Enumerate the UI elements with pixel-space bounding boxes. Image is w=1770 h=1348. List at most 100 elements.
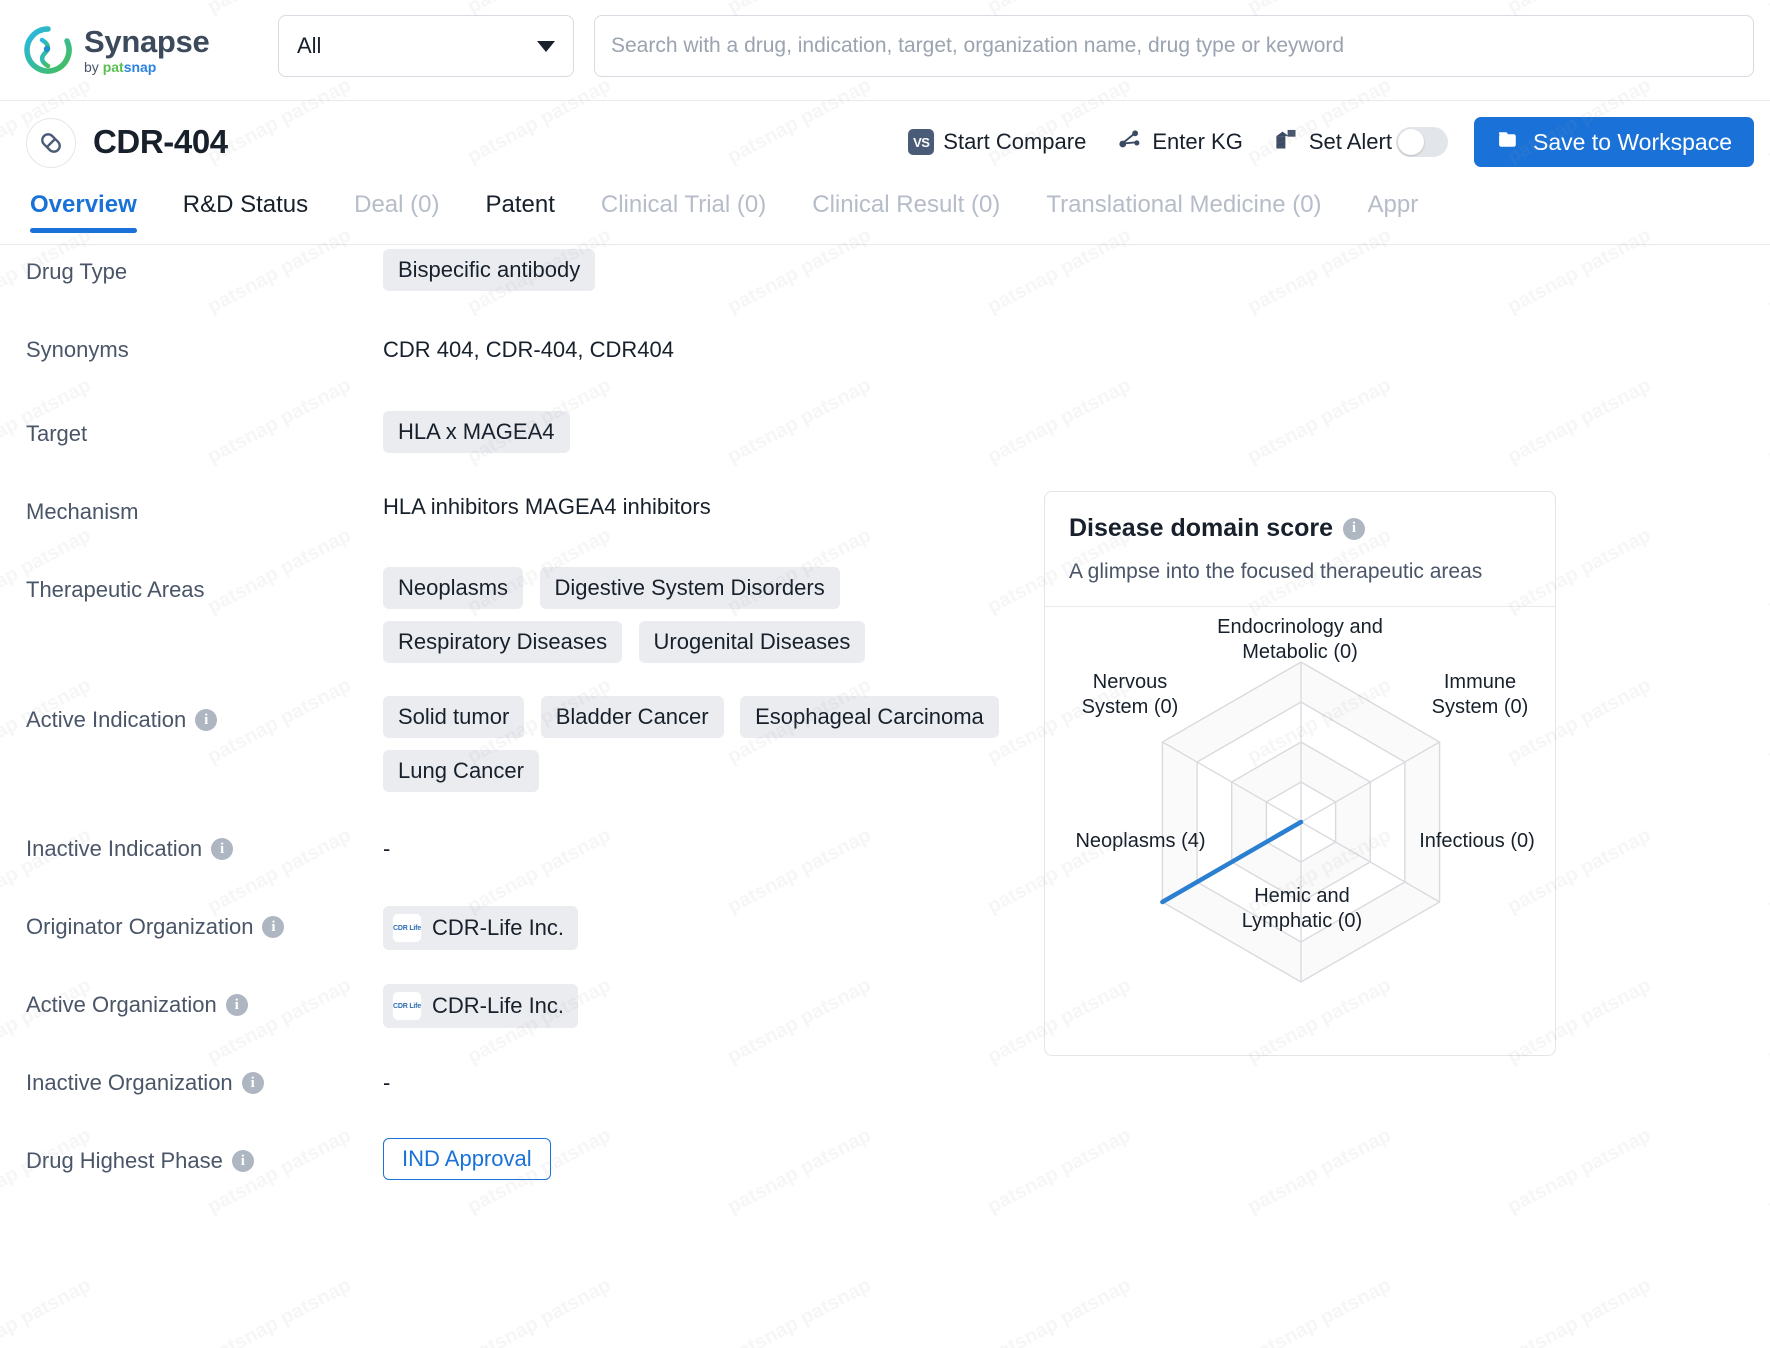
field-label-text: Drug Highest Phase: [26, 1148, 223, 1173]
start-compare-button[interactable]: VS Start Compare: [908, 129, 1086, 155]
panel-title: Disease domain score i: [1069, 514, 1531, 543]
folder-icon: [1496, 127, 1521, 158]
info-icon[interactable]: i: [1343, 517, 1366, 540]
field-value-inactive-indication: -: [383, 836, 391, 861]
field-label-text: Inactive Indication: [26, 836, 203, 861]
bell-alert-icon: [1273, 126, 1300, 159]
search-input[interactable]: [611, 34, 1737, 58]
tab-approval[interactable]: Appr: [1368, 191, 1419, 233]
radar-label-nervous-system: Nervous System (0): [1081, 671, 1179, 718]
chip-therapeutic-area[interactable]: Neoplasms: [383, 567, 524, 609]
global-search-box[interactable]: [594, 15, 1754, 77]
field-label-active-indication: Active Indication i: [26, 707, 218, 733]
chevron-down-icon: [537, 40, 555, 52]
field-label-text: Inactive Organization: [26, 1070, 233, 1095]
info-icon[interactable]: i: [211, 838, 234, 860]
field-value-therapeutic-areas: Neoplasms Digestive System Disorders Res…: [383, 567, 1003, 675]
field-label-text: Originator Organization: [26, 914, 254, 939]
field-label-target: Target: [26, 421, 88, 446]
info-icon[interactable]: i: [195, 709, 218, 731]
app-page: Synapse by patsnap All CDR-404 VS: [0, 0, 1770, 1348]
field-label-drug-highest-phase: Drug Highest Phase i: [26, 1148, 254, 1174]
radar-chart: Endocrinology and Metabolic (0) Immune S…: [1045, 607, 1555, 1037]
chip-drug-type[interactable]: Bispecific antibody: [383, 249, 596, 291]
field-label-synonyms: Synonyms: [26, 337, 129, 362]
radar-label-infectious: Infectious (0): [1419, 830, 1535, 852]
brand-name: Synapse: [84, 24, 210, 59]
drug-header: CDR-404 VS Start Compare Enter KG Set Al…: [0, 101, 1770, 187]
save-to-workspace-label: Save to Workspace: [1532, 128, 1732, 155]
global-topbar: Synapse by patsnap All: [0, 0, 1770, 101]
chip-therapeutic-area[interactable]: Respiratory Diseases: [383, 621, 623, 663]
disease-domain-score-panel: Disease domain score i A glimpse into th…: [1044, 491, 1556, 1056]
start-compare-label: Start Compare: [943, 129, 1087, 154]
set-alert-toggle[interactable]: [1395, 127, 1448, 157]
brand-logo[interactable]: Synapse by patsnap: [22, 24, 272, 76]
organization-name: CDR-Life Inc.: [432, 915, 565, 940]
info-icon[interactable]: i: [241, 1072, 264, 1094]
field-value-target: HLA x MAGEA4: [383, 411, 582, 465]
header-actions: VS Start Compare Enter KG Set Alert Save…: [908, 117, 1754, 167]
chip-active-indication[interactable]: Bladder Cancer: [540, 696, 724, 738]
tab-patent[interactable]: Patent: [485, 191, 554, 233]
panel-title-text: Disease domain score: [1069, 514, 1334, 542]
synapse-logo-icon: [22, 24, 74, 76]
search-scope-select[interactable]: All: [278, 15, 574, 77]
tab-overview[interactable]: Overview: [30, 191, 137, 233]
chip-active-indication[interactable]: Lung Cancer: [383, 750, 539, 792]
field-value-active-organization: CDR Life CDR-Life Inc.: [383, 984, 579, 1028]
enter-kg-button[interactable]: Enter KG: [1116, 126, 1243, 159]
search-scope-value: All: [297, 33, 322, 58]
chip-active-indication[interactable]: Solid tumor: [383, 696, 525, 738]
tab-rd-status[interactable]: R&D Status: [183, 191, 308, 233]
tab-clinical-result[interactable]: Clinical Result (0): [812, 191, 1000, 233]
set-alert-label: Set Alert: [1308, 129, 1392, 154]
field-value-drug-highest-phase: IND Approval: [383, 1138, 551, 1180]
tab-translational-medicine[interactable]: Translational Medicine (0): [1046, 191, 1321, 233]
brand-tagline: by patsnap: [84, 59, 157, 75]
info-icon[interactable]: i: [231, 1150, 254, 1172]
info-icon[interactable]: i: [262, 916, 285, 938]
radar-label-neoplasms: Neoplasms (4): [1075, 830, 1206, 852]
field-label-active-organization: Active Organization i: [26, 992, 248, 1018]
field-label-therapeutic-areas: Therapeutic Areas: [26, 577, 205, 602]
cdr-life-logo-icon: CDR Life: [392, 913, 422, 943]
field-value-drug-type: Bispecific antibody: [383, 249, 607, 303]
field-label-drug-type: Drug Type: [26, 259, 128, 284]
chip-therapeutic-area[interactable]: Digestive System Disorders: [539, 567, 840, 609]
chip-organization[interactable]: CDR Life CDR-Life Inc.: [383, 906, 579, 950]
field-value-synonyms: CDR 404, CDR-404, CDR404: [383, 337, 674, 362]
field-value-inactive-organization: -: [383, 1070, 391, 1095]
field-label-text: Active Organization: [26, 992, 217, 1017]
field-value-mechanism: HLA inhibitors MAGEA4 inhibitors: [383, 494, 711, 519]
field-value-originator-organization: CDR Life CDR-Life Inc.: [383, 906, 579, 950]
chip-organization[interactable]: CDR Life CDR-Life Inc.: [383, 984, 579, 1028]
save-to-workspace-button[interactable]: Save to Workspace: [1473, 117, 1754, 167]
page-title: CDR-404: [93, 123, 228, 160]
set-alert-button[interactable]: Set Alert: [1273, 126, 1392, 159]
field-label-inactive-indication: Inactive Indication i: [26, 836, 234, 862]
radar-label-endocrinology: Endocrinology and Metabolic (0): [1217, 616, 1383, 663]
enter-kg-label: Enter KG: [1152, 129, 1243, 154]
field-label-mechanism: Mechanism: [26, 499, 139, 524]
field-label-inactive-organization: Inactive Organization i: [26, 1070, 264, 1096]
radar-label-hemic-lymphatic: Hemic and Lymphatic (0): [1241, 885, 1363, 932]
vs-icon: VS: [908, 129, 935, 155]
status-badge[interactable]: IND Approval: [383, 1138, 551, 1180]
capsule-icon: [26, 118, 76, 168]
tab-clinical-trial[interactable]: Clinical Trial (0): [601, 191, 766, 233]
knowledge-graph-icon: [1116, 126, 1143, 159]
chip-therapeutic-area[interactable]: Urogenital Diseases: [638, 621, 866, 663]
info-icon[interactable]: i: [225, 994, 248, 1016]
organization-name: CDR-Life Inc.: [432, 993, 565, 1018]
tab-deal[interactable]: Deal (0): [354, 191, 439, 233]
field-label-text: Active Indication: [26, 707, 187, 732]
panel-subtitle: A glimpse into the focused therapeutic a…: [1069, 560, 1483, 583]
detail-tabs: Overview R&D Status Deal (0) Patent Clin…: [0, 187, 1770, 245]
chip-active-indication[interactable]: Esophageal Carcinoma: [740, 696, 999, 738]
field-value-active-indication: Solid tumor Bladder Cancer Esophageal Ca…: [383, 696, 1023, 804]
field-label-originator-organization: Originator Organization i: [26, 914, 285, 940]
cdr-life-logo-icon: CDR Life: [392, 991, 422, 1021]
chip-target[interactable]: HLA x MAGEA4: [383, 411, 570, 453]
radar-label-immune-system: Immune System (0): [1431, 671, 1529, 718]
